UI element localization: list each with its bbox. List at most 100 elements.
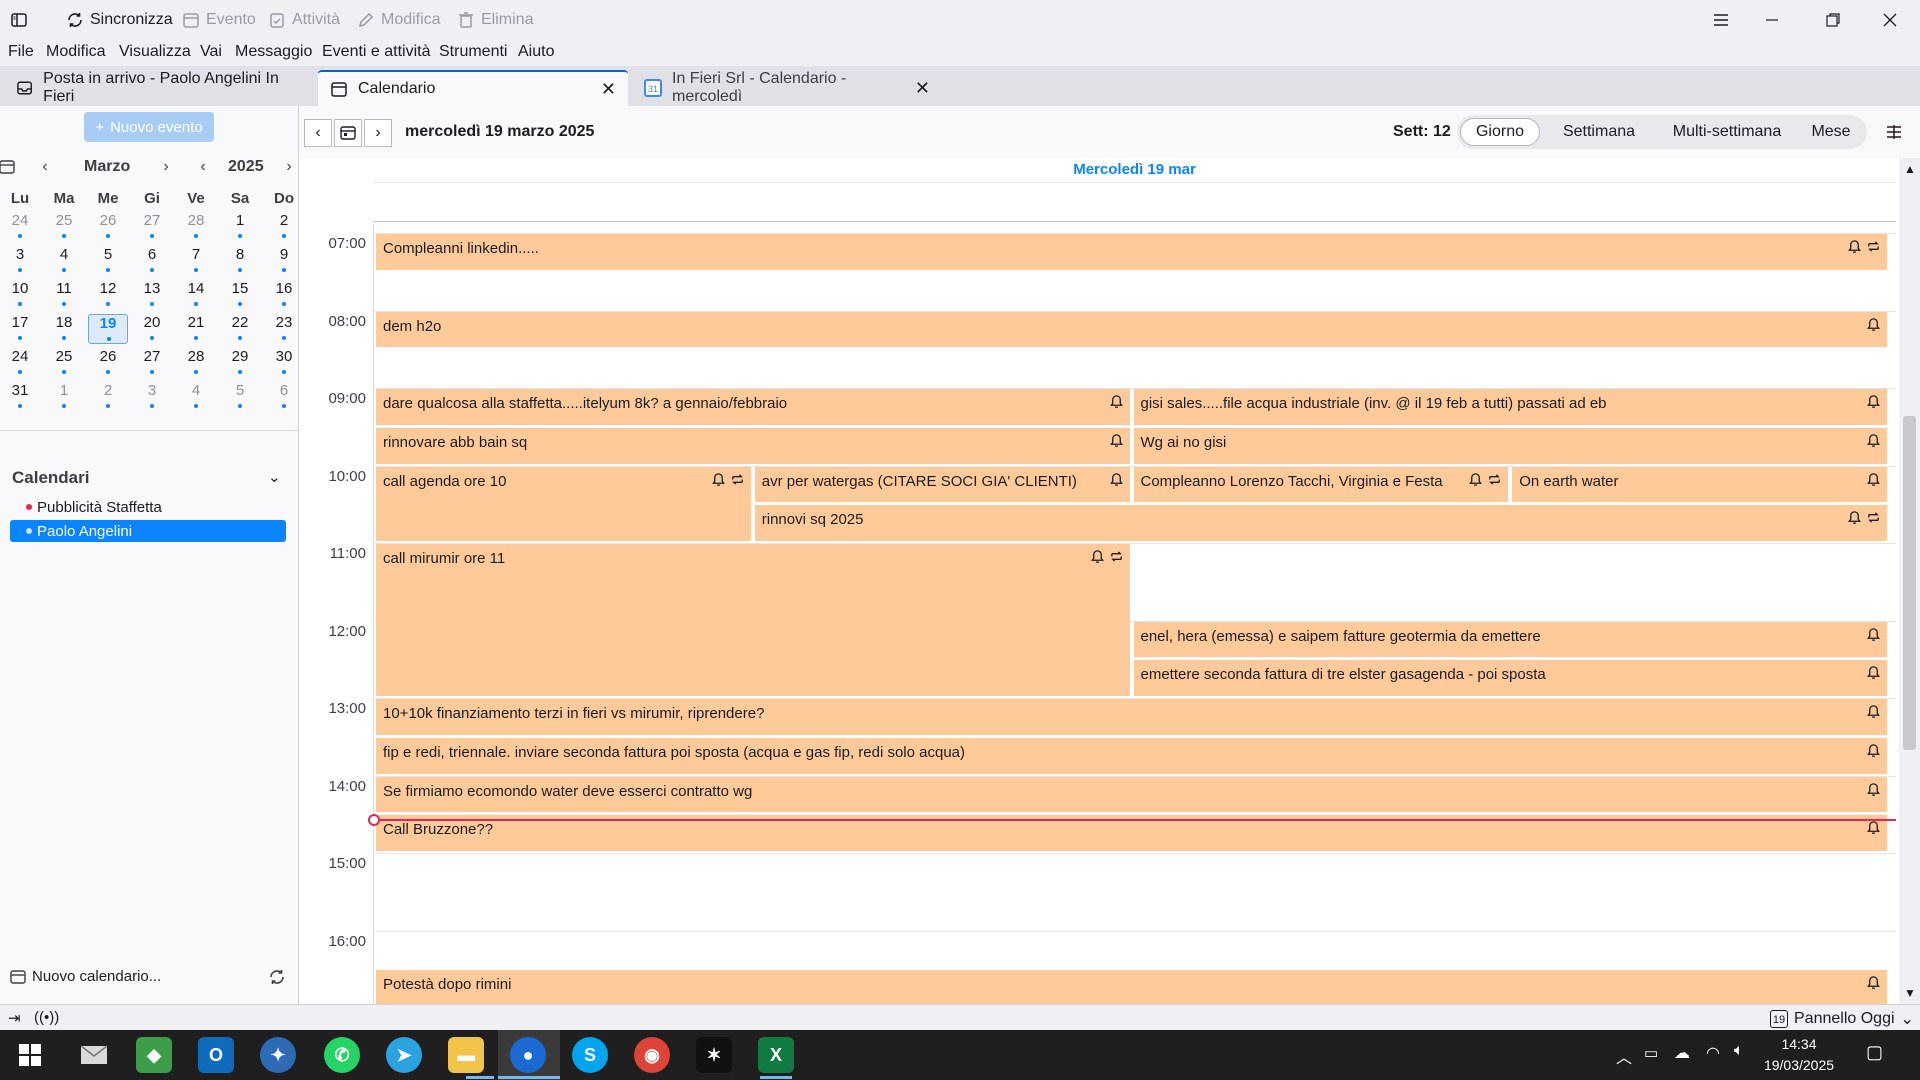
prev-month-button[interactable]: ‹ <box>32 154 58 180</box>
bird-app-icon[interactable]: ✦ <box>260 1037 296 1073</box>
chrome-icon[interactable]: ◉ <box>634 1037 670 1073</box>
thunderbird-icon[interactable]: ● <box>510 1037 546 1073</box>
minimonth-day[interactable]: 28 <box>176 348 216 378</box>
minimonth-day[interactable]: 21 <box>176 314 216 344</box>
delete-toolbar-button[interactable]: Elimina <box>457 0 533 40</box>
calendar-event[interactable]: rinnovare abb bain sq <box>376 427 1130 464</box>
telegram-icon[interactable]: ➤ <box>386 1037 422 1073</box>
close-window-button[interactable] <box>1862 0 1918 40</box>
minimonth-day[interactable]: 8 <box>220 246 260 276</box>
minimonth-day[interactable]: 26 <box>88 212 128 242</box>
minimonth-day[interactable]: 10 <box>0 280 40 310</box>
minimonth-day-selected[interactable]: 19 <box>88 314 128 344</box>
minimonth-day[interactable]: 2 <box>264 212 304 242</box>
minimonth-day[interactable]: 12 <box>88 280 128 310</box>
minimonth-day[interactable]: 22 <box>220 314 260 344</box>
minimonth-day[interactable]: 31 <box>0 382 40 412</box>
hamburger-menu-button[interactable] <box>1693 0 1749 40</box>
notification-icon[interactable]: ▢ <box>1866 1042 1883 1063</box>
menu-strumenti[interactable]: Strumenti <box>439 43 507 61</box>
calendar-event[interactable]: Potestà dopo rimini <box>376 970 1887 1004</box>
minimonth-day[interactable]: 5 <box>220 382 260 412</box>
calendar-item-pubblicita[interactable]: Pubblicità Staffetta <box>10 496 286 518</box>
menu-visualizza[interactable]: Visualizza <box>119 43 191 61</box>
day-grid[interactable]: 07:00 08:00 09:00 10:00 11:00 12:00 13:00 14:00… <box>299 223 1896 1004</box>
restore-button[interactable] <box>1805 0 1861 40</box>
minimonth-day[interactable]: 14 <box>176 280 216 310</box>
minimonth-day[interactable]: 23 <box>264 314 304 344</box>
volume-icon[interactable]: 🔈︎ <box>1734 1042 1744 1060</box>
new-event-toolbar-button[interactable]: Evento <box>182 0 256 40</box>
collapse-pane-icon[interactable]: ⇥ <box>8 1009 21 1027</box>
minimonth-day[interactable]: 30 <box>264 348 304 378</box>
calendar-event[interactable]: gisi sales.....file acqua industriale (i… <box>1133 389 1887 425</box>
minimize-button[interactable] <box>1744 0 1800 40</box>
minimonth-day[interactable]: 4 <box>176 382 216 412</box>
outlook-icon[interactable]: O <box>198 1037 234 1073</box>
menu-messaggio[interactable]: Messaggio <box>235 43 312 61</box>
menu-eventi[interactable]: Eventi e attività <box>322 43 431 61</box>
minimonth-day[interactable]: 17 <box>0 314 40 344</box>
scroll-down-icon[interactable]: ▼ <box>1904 986 1916 1000</box>
tab-calendar[interactable]: Calendario ✕ <box>318 70 628 106</box>
new-event-button[interactable]: + Nuovo evento <box>84 112 214 142</box>
onedrive-cloud-icon[interactable]: ☁ <box>1674 1043 1690 1063</box>
minimonth-year[interactable]: 2025 <box>228 154 264 180</box>
minimonth-day[interactable]: 5 <box>88 246 128 276</box>
file-explorer-icon[interactable]: ▬ <box>448 1037 484 1073</box>
calendar-event[interactable]: On earth water <box>1512 466 1887 503</box>
tab-google-calendar[interactable]: 31 In Fieri Srl - Calendario - mercoledì… <box>632 70 942 106</box>
minimonth-day[interactable]: 11 <box>44 280 84 310</box>
minimonth-day[interactable]: 4 <box>44 246 84 276</box>
calendar-event[interactable]: emettere seconda fattura di tre elster g… <box>1133 660 1887 696</box>
calendar-event[interactable]: Compleanni linkedin..... <box>376 234 1887 270</box>
menu-aiuto[interactable]: Aiuto <box>518 43 554 61</box>
today-pane-button[interactable]: 19 Pannello Oggi ⌄ <box>1770 1009 1914 1029</box>
minimonth-day[interactable]: 25 <box>44 348 84 378</box>
calendar-event[interactable]: fip e redi, triennale. inviare seconda f… <box>376 737 1887 774</box>
minimonth-day[interactable]: 6 <box>264 382 304 412</box>
refresh-icon[interactable] <box>268 968 286 990</box>
online-status-icon[interactable]: ((•)) <box>34 1009 59 1026</box>
close-tab-icon[interactable]: ✕ <box>601 79 616 100</box>
minimonth-day[interactable]: 29 <box>220 348 260 378</box>
minimonth-day[interactable]: 6 <box>132 246 172 276</box>
day-column-header[interactable]: Mercoledì 19 mar <box>373 158 1896 183</box>
calendar-event[interactable]: call mirumir ore 11 <box>376 544 1130 696</box>
view-options-icon[interactable] <box>1885 123 1903 145</box>
minimonth-day[interactable]: 27 <box>132 348 172 378</box>
minimonth-day[interactable]: 7 <box>176 246 216 276</box>
minimonth-day[interactable]: 25 <box>44 212 84 242</box>
minimonth-day[interactable]: 20 <box>132 314 172 344</box>
menu-modifica[interactable]: Modifica <box>46 43 106 61</box>
calendar-item-paolo[interactable]: Paolo Angelini <box>10 520 286 542</box>
minimonth-day[interactable]: 13 <box>132 280 172 310</box>
minimonth-day[interactable]: 26 <box>88 348 128 378</box>
scrollbar-thumb[interactable] <box>1903 416 1916 750</box>
menu-vai[interactable]: Vai <box>200 43 222 61</box>
calendar-event[interactable]: avr per watergas (CITARE SOCI GIA' CLIEN… <box>754 466 1130 503</box>
view-multiweek-tab[interactable]: Multi-settimana <box>1657 118 1797 146</box>
view-week-tab[interactable]: Settimana <box>1549 118 1649 146</box>
skype-icon[interactable]: S <box>572 1037 608 1073</box>
minimonth-day[interactable]: 3 <box>0 246 40 276</box>
sync-button[interactable]: Sincronizza <box>66 0 173 40</box>
taskbar-clock[interactable]: 14:34 19/03/2025 <box>1744 1034 1854 1076</box>
today-button[interactable] <box>334 119 362 147</box>
minimonth-day[interactable]: 24 <box>0 348 40 378</box>
calendar-event[interactable]: rinnovi sq 2025 <box>754 505 1887 541</box>
calendar-event[interactable]: dare qualcosa alla staffetta.....itelyum… <box>376 389 1130 425</box>
new-calendar-button[interactable]: Nuovo calendario... <box>10 968 161 985</box>
minimonth-day[interactable]: 27 <box>132 212 172 242</box>
wifi-icon[interactable]: ◠ <box>1706 1043 1720 1063</box>
calendar-event[interactable]: Compleanno Lorenzo Tacchi, Virginia e Fe… <box>1133 466 1509 503</box>
minimonth-calendar-icon[interactable] <box>0 154 20 180</box>
minimonth-day[interactable]: 18 <box>44 314 84 344</box>
minimonth-day[interactable]: 28 <box>176 212 216 242</box>
scroll-up-icon[interactable]: ▲ <box>1904 162 1916 176</box>
minimonth-day[interactable]: 1 <box>44 382 84 412</box>
game-app-icon[interactable]: ✶ <box>696 1037 732 1073</box>
minimonth-day[interactable]: 1 <box>220 212 260 242</box>
mail-app-icon[interactable] <box>76 1037 112 1073</box>
excel-icon[interactable]: X <box>758 1037 794 1073</box>
